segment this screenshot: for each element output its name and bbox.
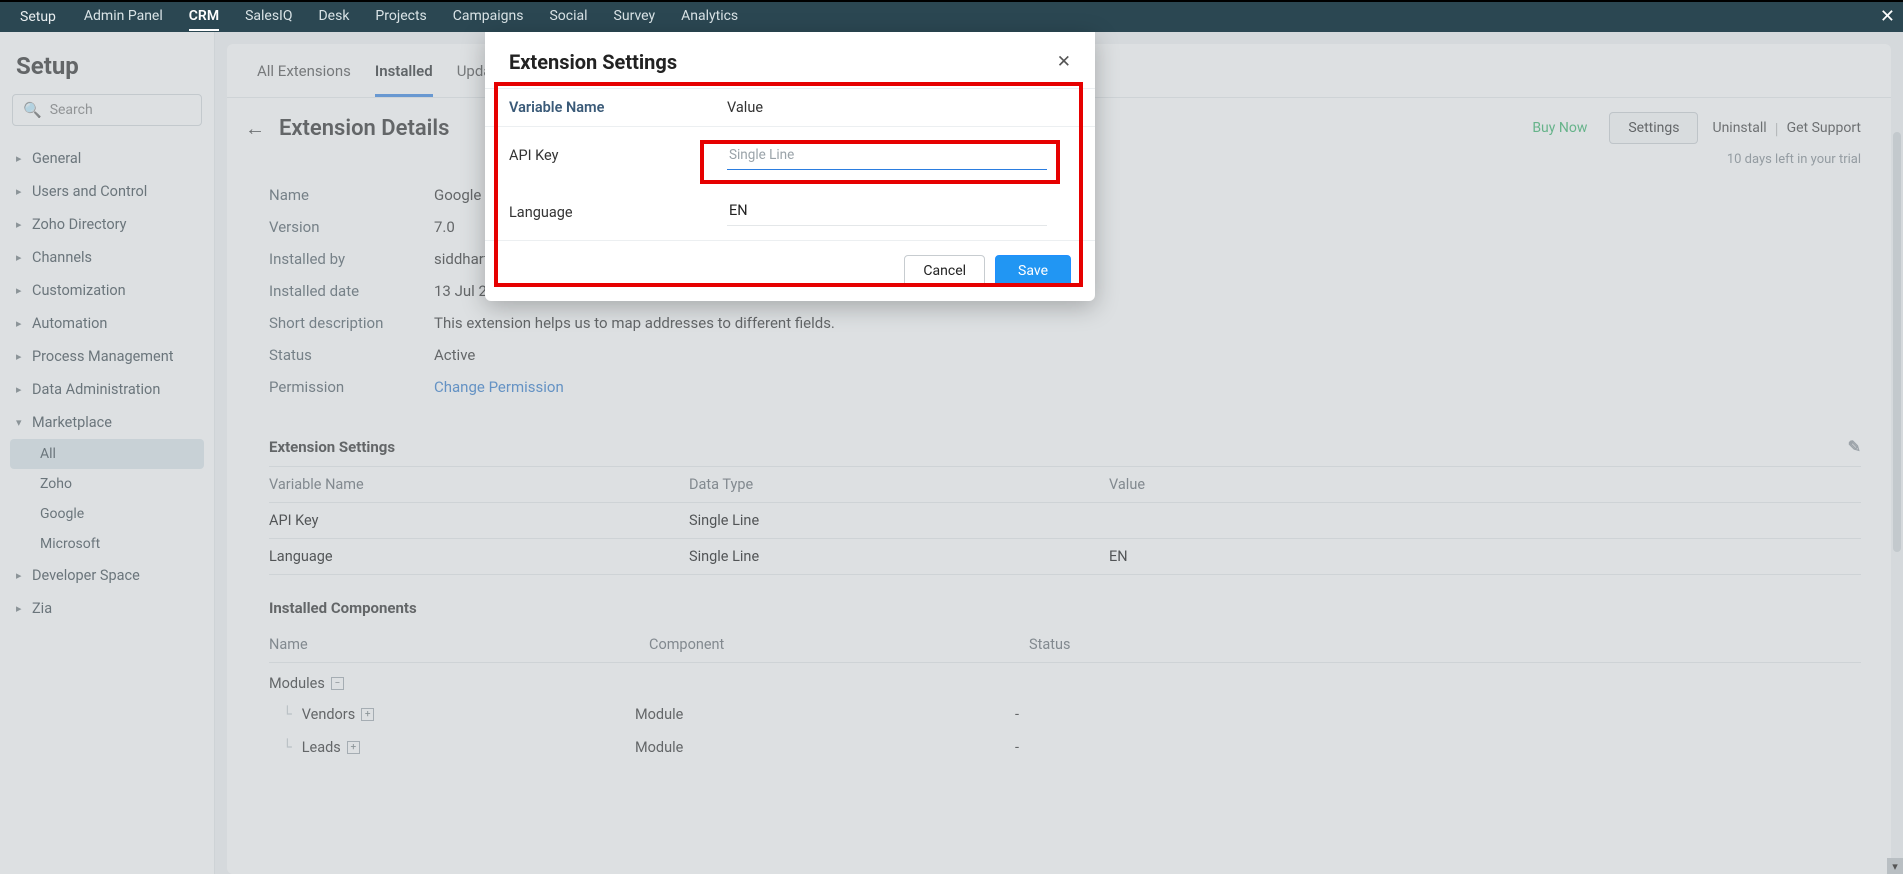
nav-analytics[interactable]: Analytics [681, 3, 738, 31]
language-value[interactable]: EN [727, 198, 1047, 226]
top-nav: Setup Admin Panel CRM SalesIQ Desk Proje… [0, 2, 1903, 32]
nav-social[interactable]: Social [549, 3, 587, 31]
api-key-input[interactable] [727, 141, 1047, 170]
nav-admin-panel[interactable]: Admin Panel [84, 3, 163, 31]
extension-settings-modal: Extension Settings ✕ Variable Name Value… [485, 32, 1095, 301]
scroll-down-icon[interactable]: ▾ [1887, 858, 1903, 874]
modal-title: Extension Settings [509, 50, 677, 74]
nav-projects[interactable]: Projects [375, 3, 426, 31]
nav-desk[interactable]: Desk [318, 3, 349, 31]
modal-close-icon[interactable]: ✕ [1057, 52, 1071, 72]
scrollbar-thumb[interactable] [1893, 132, 1901, 552]
modal-col-header: Value [727, 99, 1071, 116]
close-icon[interactable]: ✕ [1880, 6, 1895, 27]
nav-salesiq[interactable]: SalesIQ [245, 3, 292, 31]
modal-row-label: API Key [509, 147, 727, 164]
modal-row-label: Language [509, 204, 727, 221]
top-nav-items: Admin Panel CRM SalesIQ Desk Projects Ca… [84, 3, 738, 31]
save-button[interactable]: Save [995, 255, 1071, 287]
brand: Setup [20, 9, 56, 25]
modal-col-header: Variable Name [509, 99, 727, 116]
nav-survey[interactable]: Survey [614, 3, 656, 31]
nav-campaigns[interactable]: Campaigns [453, 3, 524, 31]
cancel-button[interactable]: Cancel [904, 255, 985, 287]
nav-crm[interactable]: CRM [189, 3, 219, 31]
